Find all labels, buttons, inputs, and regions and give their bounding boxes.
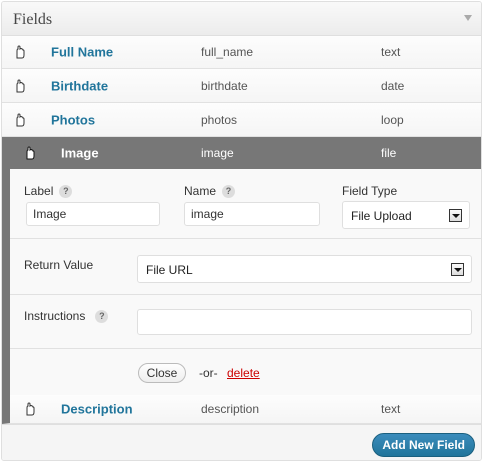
hand-drag-icon[interactable] bbox=[13, 112, 27, 127]
field-name[interactable]: Description bbox=[61, 402, 133, 417]
editor-row-return-value: Return Value File URL bbox=[10, 239, 481, 295]
close-button[interactable]: Close bbox=[138, 363, 186, 383]
collapse-arrow-icon[interactable] bbox=[464, 15, 472, 21]
editor-row-instructions: Instructions? bbox=[10, 295, 481, 349]
hand-drag-icon[interactable] bbox=[13, 78, 27, 93]
panel-title: Fields bbox=[13, 11, 53, 28]
field-name[interactable]: Image bbox=[61, 146, 99, 161]
return-value-caption: Return Value bbox=[24, 258, 94, 272]
field-row-image-active[interactable]: Image image file bbox=[2, 137, 481, 169]
field-name[interactable]: Photos bbox=[51, 112, 95, 127]
hand-drag-icon[interactable] bbox=[23, 146, 37, 160]
field-type-caption: Field Type bbox=[342, 184, 398, 198]
instructions-caption: Instructions? bbox=[24, 309, 109, 324]
help-icon[interactable]: ? bbox=[222, 185, 236, 199]
field-key: photos bbox=[201, 112, 238, 127]
help-icon[interactable]: ? bbox=[59, 185, 73, 199]
editor-row-basic: Label? Name? Field Type File Upload bbox=[10, 169, 481, 239]
field-key: birthdate bbox=[201, 78, 248, 93]
panel-header[interactable]: Fields bbox=[2, 2, 481, 36]
or-separator: -or- bbox=[199, 366, 218, 380]
label-caption: Label? bbox=[24, 184, 73, 199]
field-type: file bbox=[381, 146, 397, 160]
field-key: description bbox=[201, 402, 260, 416]
fields-panel: Fields Full Name full_name text Birthdat… bbox=[1, 1, 482, 461]
field-row-photos[interactable]: Photos photos loop bbox=[2, 103, 481, 137]
dropdown-arrow-icon[interactable] bbox=[449, 209, 462, 222]
field-type: loop bbox=[381, 112, 404, 127]
return-value-select[interactable]: File URL bbox=[137, 255, 472, 283]
return-value-value: File URL bbox=[146, 263, 193, 277]
field-key: full_name bbox=[201, 45, 254, 59]
add-new-field-button[interactable]: Add New Field bbox=[372, 433, 475, 457]
name-caption-text: Name bbox=[184, 184, 217, 198]
dropdown-arrow-icon[interactable] bbox=[451, 263, 464, 276]
field-type-value: File Upload bbox=[351, 209, 412, 223]
field-type: date bbox=[381, 78, 405, 93]
field-editor: Label? Name? Field Type File Upload Retu… bbox=[2, 169, 481, 395]
field-row-description[interactable]: Description description text bbox=[2, 395, 481, 424]
label-caption-text: Label bbox=[24, 184, 54, 198]
field-name[interactable]: Birthdate bbox=[51, 78, 108, 93]
hand-drag-icon[interactable] bbox=[23, 402, 37, 416]
panel-footer: Add New Field bbox=[2, 424, 481, 460]
name-input[interactable] bbox=[184, 202, 320, 226]
field-name[interactable]: Full Name bbox=[51, 45, 113, 60]
instructions-input[interactable] bbox=[137, 309, 472, 335]
name-caption: Name? bbox=[184, 184, 236, 199]
delete-link[interactable]: delete bbox=[227, 366, 260, 380]
label-input[interactable] bbox=[26, 202, 160, 226]
field-type: text bbox=[381, 45, 401, 59]
field-type: text bbox=[381, 402, 401, 416]
field-row-birthdate[interactable]: Birthdate birthdate date bbox=[2, 69, 481, 103]
hand-drag-icon[interactable] bbox=[13, 45, 27, 59]
help-icon[interactable]: ? bbox=[95, 310, 109, 324]
field-type-select[interactable]: File Upload bbox=[342, 201, 470, 229]
field-key: image bbox=[201, 146, 234, 160]
instructions-caption-text: Instructions bbox=[24, 309, 86, 323]
field-row-full-name[interactable]: Full Name full_name text bbox=[2, 36, 481, 69]
